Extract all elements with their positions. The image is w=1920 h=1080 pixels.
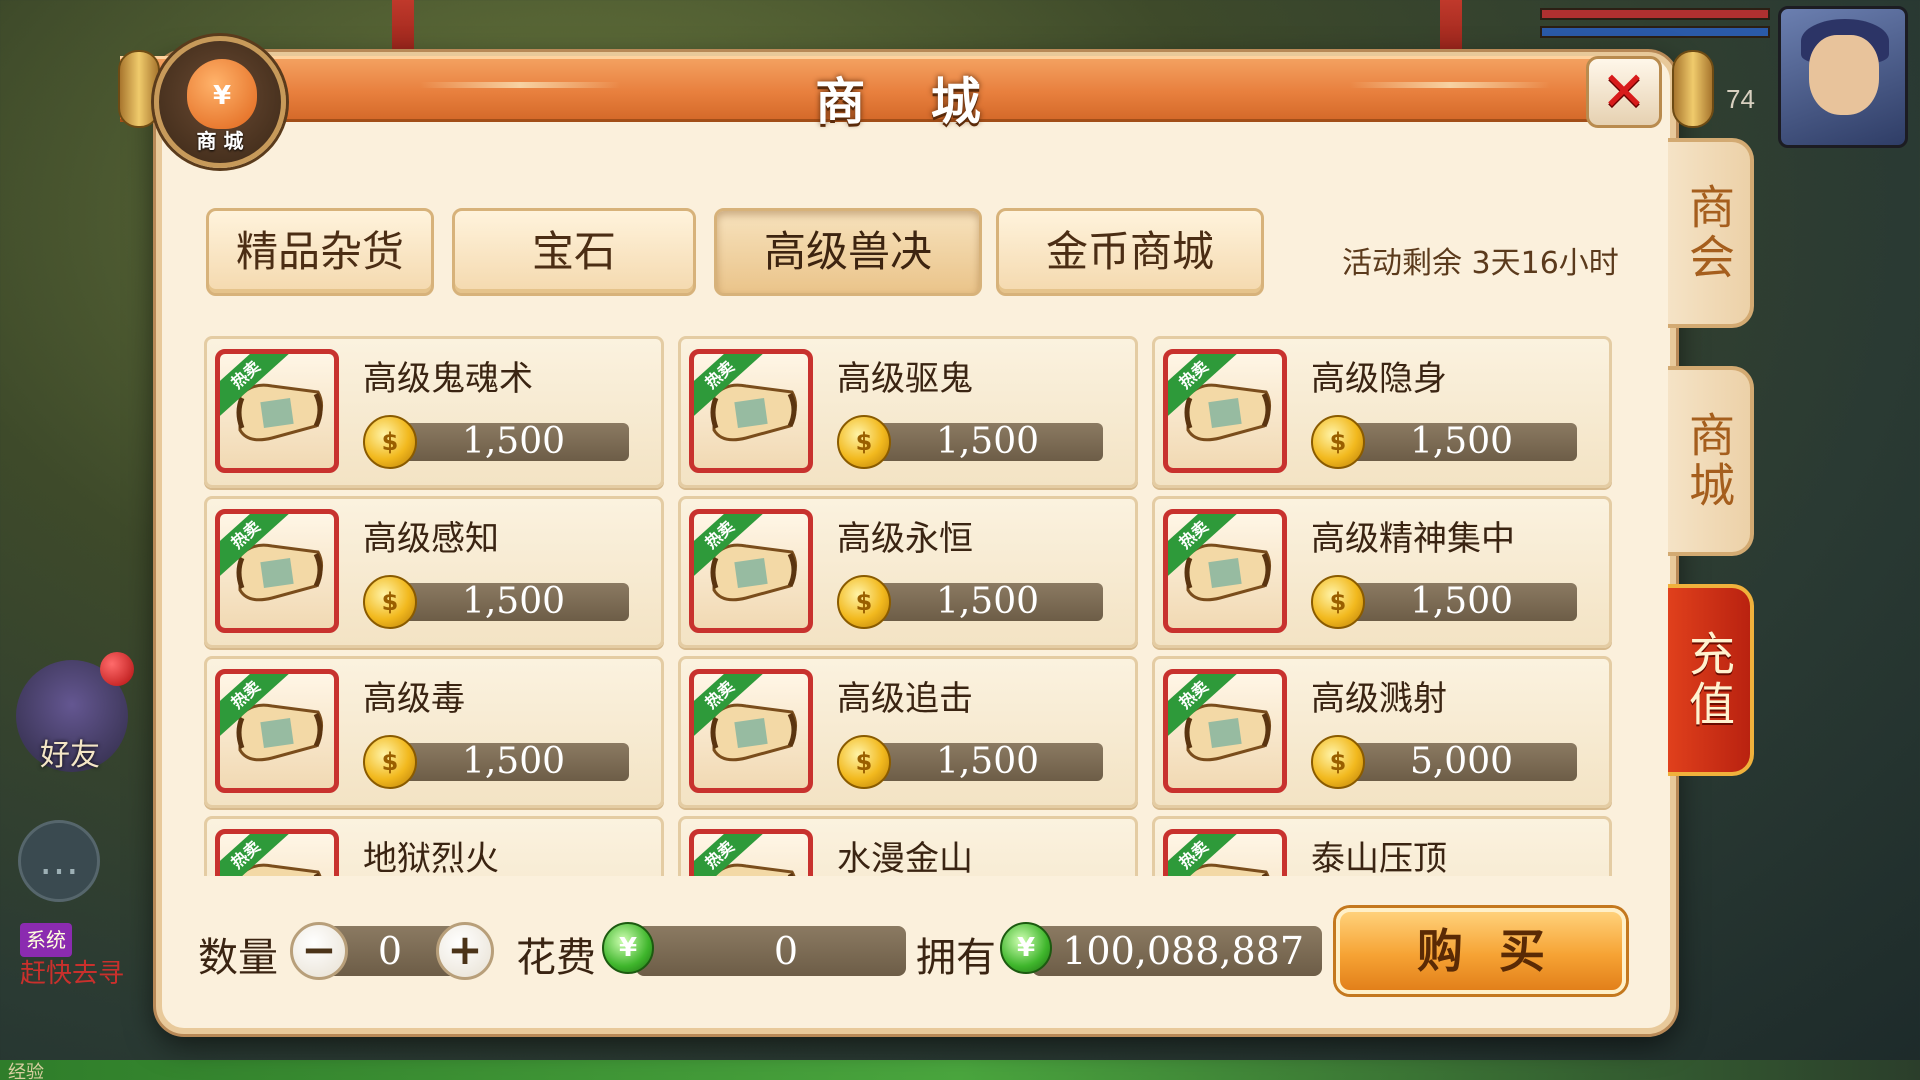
quantity-value: 0 bbox=[377, 929, 403, 973]
shop-logo-icon: ¥ 商 城 bbox=[154, 36, 286, 168]
item-name: 高级溅射 bbox=[1311, 679, 1447, 719]
skill-scroll-icon: 热卖 bbox=[1163, 349, 1287, 473]
gold-coin-icon: $ bbox=[837, 415, 891, 469]
skill-scroll-icon: 热卖 bbox=[689, 829, 813, 876]
item-card[interactable]: 热卖 高级隐身 1,500 $ bbox=[1152, 336, 1612, 488]
skill-scroll-icon: 热卖 bbox=[215, 509, 339, 633]
system-message: 系统 赶快去寻 bbox=[20, 922, 124, 991]
player-level: 74 bbox=[1726, 84, 1755, 114]
item-price: 1,500 bbox=[867, 423, 1103, 461]
header-scroll-roll-right bbox=[1672, 50, 1714, 128]
item-card[interactable]: 热卖 水漫金山 bbox=[678, 816, 1138, 876]
item-price: 1,500 bbox=[1341, 423, 1577, 461]
item-price: 1,500 bbox=[393, 583, 629, 621]
skill-scroll-icon: 热卖 bbox=[689, 509, 813, 633]
item-name: 高级永恒 bbox=[837, 519, 973, 559]
friend-label: 好友 bbox=[40, 738, 100, 773]
item-price: 1,500 bbox=[393, 743, 629, 781]
buy-button[interactable]: 购买 bbox=[1336, 908, 1626, 994]
item-grid: 热卖 高级鬼魂术 1,500 $ 热卖 高级驱鬼 1,500 $ 热卖 高级隐身 1,500 $ 热卖高… bbox=[204, 336, 1624, 876]
item-card[interactable]: 热卖 地狱烈火 bbox=[204, 816, 664, 876]
item-card[interactable]: 热卖 高级感知 1,500 $ bbox=[204, 496, 664, 648]
item-name: 高级精神集中 bbox=[1311, 519, 1515, 559]
item-price: 1,500 bbox=[867, 583, 1103, 621]
portrait-face bbox=[1809, 35, 1879, 115]
skill-scroll-icon: 热卖 bbox=[215, 349, 339, 473]
skill-scroll-icon: 热卖 bbox=[1163, 669, 1287, 793]
header-scroll-roll-left bbox=[118, 50, 160, 128]
item-card[interactable]: 热卖 高级永恒 1,500 $ bbox=[678, 496, 1138, 648]
item-card[interactable]: 热卖 泰山压顶 bbox=[1152, 816, 1612, 876]
item-name: 高级隐身 bbox=[1311, 359, 1447, 399]
shop-logo-label: 商 城 bbox=[196, 129, 244, 153]
gold-coin-icon: $ bbox=[837, 735, 891, 789]
system-message-text: 赶快去寻 bbox=[20, 959, 125, 989]
tab-advanced-skill-books[interactable]: 高级兽决 bbox=[714, 208, 982, 296]
gold-coin-icon: $ bbox=[1311, 415, 1365, 469]
item-card[interactable]: 热卖 高级追击 1,500 $ bbox=[678, 656, 1138, 808]
skill-scroll-icon: 热卖 bbox=[689, 349, 813, 473]
item-name: 地狱烈火 bbox=[363, 839, 499, 876]
gold-coin-icon: $ bbox=[1311, 575, 1365, 629]
exp-label: 经验 bbox=[8, 1062, 44, 1080]
dialog-title: 商 城 bbox=[815, 73, 1005, 131]
side-tab-shop[interactable]: 商城 bbox=[1668, 366, 1754, 556]
exp-bar bbox=[0, 1060, 1920, 1080]
gold-coin-icon: $ bbox=[363, 575, 417, 629]
player-portrait[interactable] bbox=[1778, 6, 1908, 148]
quantity-minus-button[interactable]: − bbox=[290, 922, 348, 980]
item-name: 水漫金山 bbox=[837, 839, 973, 876]
header-ornament-left bbox=[420, 82, 620, 88]
jade-currency-icon: ¥ bbox=[1000, 922, 1052, 974]
quantity-label: 数量 bbox=[198, 935, 278, 981]
close-button[interactable]: ✕ bbox=[1586, 56, 1662, 128]
skill-scroll-icon: 热卖 bbox=[689, 669, 813, 793]
skill-scroll-icon: 热卖 bbox=[1163, 509, 1287, 633]
cost-label: 花费 bbox=[516, 935, 596, 981]
chat-icon[interactable]: … bbox=[18, 820, 100, 902]
item-name: 高级感知 bbox=[363, 519, 499, 559]
event-remaining-time: 活动剩余 3天16小时 bbox=[1342, 246, 1619, 281]
gold-coin-icon: $ bbox=[1311, 735, 1365, 789]
gold-coin-icon: $ bbox=[837, 575, 891, 629]
item-name: 高级驱鬼 bbox=[837, 359, 973, 399]
item-card[interactable]: 热卖 高级鬼魂术 1,500 $ bbox=[204, 336, 664, 488]
skill-scroll-icon: 热卖 bbox=[1163, 829, 1287, 876]
cost-value: 0 bbox=[636, 926, 906, 976]
item-name: 高级毒 bbox=[363, 679, 465, 719]
side-tab-guild[interactable]: 商会 bbox=[1668, 138, 1754, 328]
item-name: 高级鬼魂术 bbox=[363, 359, 533, 399]
item-name: 高级追击 bbox=[837, 679, 973, 719]
jade-currency-icon: ¥ bbox=[602, 922, 654, 974]
quantity-plus-button[interactable]: + bbox=[436, 922, 494, 980]
mp-bar bbox=[1540, 26, 1770, 38]
skill-scroll-icon: 热卖 bbox=[215, 669, 339, 793]
skill-scroll-icon: 热卖 bbox=[215, 829, 339, 876]
hp-bar bbox=[1540, 8, 1770, 20]
item-price: 5,000 bbox=[1341, 743, 1577, 781]
tab-gems[interactable]: 宝石 bbox=[452, 208, 696, 296]
owned-value: 100,088,887 bbox=[1032, 926, 1322, 976]
item-name: 泰山压顶 bbox=[1311, 839, 1447, 876]
item-card[interactable]: 热卖 高级溅射 5,000 $ bbox=[1152, 656, 1612, 808]
header-ornament-right bbox=[1350, 82, 1550, 88]
money-bag-icon: ¥ bbox=[187, 59, 257, 129]
item-card[interactable]: 热卖 高级毒 1,500 $ bbox=[204, 656, 664, 808]
item-price: 1,500 bbox=[1341, 583, 1577, 621]
item-price: 1,500 bbox=[393, 423, 629, 461]
gold-coin-icon: $ bbox=[363, 415, 417, 469]
tab-gold-shop[interactable]: 金币商城 bbox=[996, 208, 1264, 296]
gold-coin-icon: $ bbox=[363, 735, 417, 789]
notification-dot bbox=[100, 652, 134, 686]
side-tab-recharge[interactable]: 充值 bbox=[1668, 584, 1754, 776]
item-card[interactable]: 热卖 高级精神集中 1,500 $ bbox=[1152, 496, 1612, 648]
tab-boutique-goods[interactable]: 精品杂货 bbox=[206, 208, 434, 296]
owned-label: 拥有 bbox=[916, 935, 996, 981]
item-price: 1,500 bbox=[867, 743, 1103, 781]
system-badge: 系统 bbox=[20, 923, 72, 957]
item-card[interactable]: 热卖 高级驱鬼 1,500 $ bbox=[678, 336, 1138, 488]
